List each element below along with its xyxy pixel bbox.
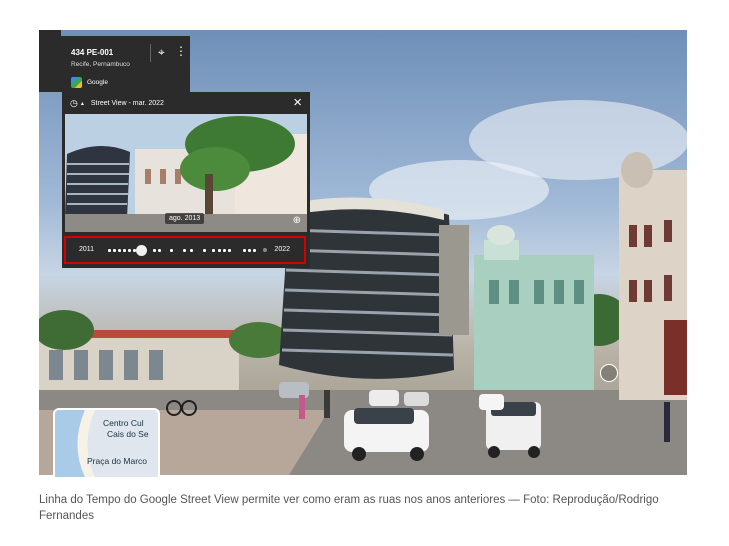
map-pin-icon[interactable]: ⌖ [158, 45, 165, 60]
thumbnail-date-badge: ago. 2013 [165, 213, 205, 224]
timeline-slider-highlight: 2011 2022 [64, 236, 306, 264]
timeline-header-label: Street View - mar. 2022 [90, 100, 164, 107]
address-title: 434 PE-001 [71, 48, 114, 57]
address-card: 434 PE-001 Recife, Pernambuco Google ⌖ ⋮ [39, 36, 190, 92]
map-label: Centro Cul [103, 418, 144, 428]
provider-label: Google [87, 79, 108, 86]
provider-row: Google [71, 77, 108, 88]
close-icon[interactable]: × [293, 94, 302, 111]
google-maps-icon [71, 77, 82, 88]
more-vertical-icon[interactable]: ⋮ [175, 44, 187, 58]
minimap[interactable]: Centro Cul Cais do Se Praça do Marco [53, 408, 160, 479]
map-label: Cais do Se [107, 429, 149, 439]
map-label: Praça do Marco [87, 456, 147, 466]
chevron-up-icon: ▴ [80, 101, 84, 107]
address-subtitle: Recife, Pernambuco [71, 61, 130, 68]
timeline-thumbnail[interactable]: ago. 2013 ⊕ [65, 114, 307, 232]
year-start-label: 2011 [79, 246, 95, 253]
timeline-header[interactable]: ◷ ▴ Street View - mar. 2022 [70, 98, 164, 109]
year-end-label: 2022 [274, 246, 290, 253]
zoom-in-icon[interactable]: ⊕ [293, 215, 301, 226]
timeline-slider-handle[interactable] [136, 245, 147, 256]
timeline-panel: ◷ ▴ Street View - mar. 2022 × ago. 2013 … [62, 92, 310, 268]
divider [150, 44, 151, 62]
timeline-slider[interactable] [108, 245, 268, 256]
map-marker-icon[interactable] [600, 364, 618, 382]
image-caption: Linha do Tempo do Google Street View per… [39, 494, 659, 522]
history-icon: ◷ [70, 98, 78, 108]
